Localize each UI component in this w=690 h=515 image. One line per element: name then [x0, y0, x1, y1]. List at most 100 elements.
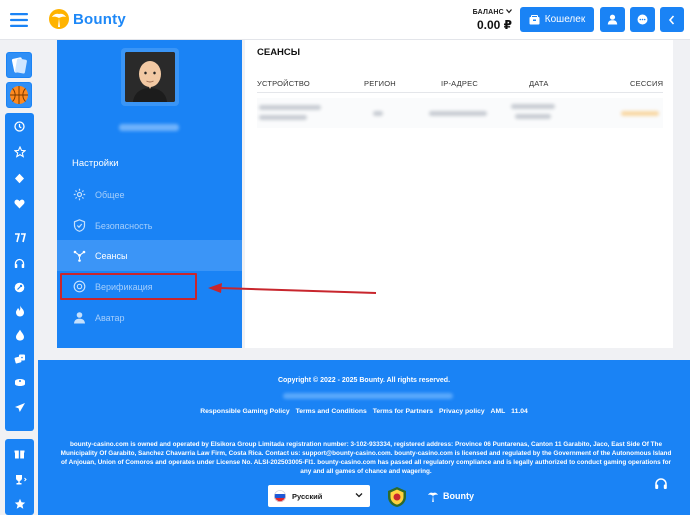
settings-item-label: Сеансы	[95, 250, 128, 261]
balance-label: БАЛАНС	[472, 9, 504, 16]
headphones-icon	[14, 258, 25, 268]
footer-link[interactable]: Terms and Conditions	[296, 408, 367, 415]
casino-category-thumb[interactable]	[6, 52, 32, 78]
device-redacted	[259, 105, 321, 110]
rail-favorites[interactable]	[5, 144, 34, 160]
trophy-icon	[15, 474, 27, 484]
slot-seven-icon	[14, 233, 26, 243]
rail-group-games	[5, 224, 34, 431]
footer-link[interactable]: Privacy policy	[439, 408, 485, 415]
rocket-icon	[14, 282, 25, 292]
rail-tournaments[interactable]	[5, 471, 34, 487]
russia-flag-icon	[274, 490, 286, 502]
chevron-left-icon	[668, 14, 675, 25]
region-redacted	[373, 111, 383, 116]
device-redacted	[259, 115, 307, 120]
drop-icon	[15, 329, 24, 341]
chat-button[interactable]	[630, 7, 655, 32]
cards-icon	[11, 57, 27, 74]
hamburger-icon	[10, 13, 28, 27]
footer-link[interactable]: Terms for Partners	[373, 408, 433, 415]
language-label: Русский	[292, 491, 323, 501]
rail-loyalty[interactable]	[5, 496, 34, 512]
chips-icon	[14, 378, 25, 386]
verification-highlight-box	[60, 273, 197, 300]
footer-redacted	[283, 393, 453, 399]
settings-item-avatar[interactable]: Аватар	[57, 302, 242, 333]
column-date: ДАТА	[529, 79, 549, 88]
shield-icon	[72, 219, 86, 233]
gear-icon	[72, 188, 86, 202]
flame-icon	[15, 305, 24, 317]
sessions-title: СЕАНСЫ	[257, 47, 301, 58]
app-version: 11.04	[511, 408, 528, 415]
session-status-redacted	[621, 111, 659, 116]
rail-table[interactable]	[5, 375, 34, 391]
date-redacted	[515, 114, 551, 119]
avatar-image-icon	[125, 52, 175, 102]
rail-boost[interactable]	[5, 399, 34, 415]
left-rail	[0, 40, 38, 515]
plane-icon	[14, 402, 25, 412]
profile-button[interactable]	[600, 7, 625, 32]
wallet-label: Кошелек	[544, 14, 586, 25]
date-redacted	[511, 104, 555, 109]
settings-heading: Настройки	[72, 158, 119, 169]
ip-redacted	[429, 111, 487, 116]
avatar	[125, 52, 175, 102]
settings-item-security[interactable]: Безопасность	[57, 210, 242, 241]
footer-brand-logo[interactable]: Bounty	[426, 489, 474, 503]
top-header: Bounty БАЛАНС 0.00 ₽ Кошелек	[0, 0, 690, 40]
rail-dice[interactable]	[5, 351, 34, 367]
star-outline-icon	[13, 146, 26, 158]
wallet-icon	[529, 14, 540, 24]
rail-liked[interactable]	[5, 196, 34, 212]
column-session: СЕССИЯ	[630, 79, 664, 88]
footer-links: Responsible Gaming Policy Terms and Cond…	[38, 408, 690, 415]
rail-new[interactable]	[5, 327, 34, 343]
settings-item-label: Общее	[95, 189, 125, 200]
rail-live[interactable]	[5, 255, 34, 271]
brand-logo[interactable]: Bounty	[48, 8, 126, 30]
table-divider	[257, 92, 663, 93]
support-headset-icon[interactable]	[654, 477, 668, 491]
sessions-icon	[72, 249, 86, 263]
column-region: РЕГИОН	[364, 79, 396, 88]
footer-link[interactable]: Responsible Gaming Policy	[200, 408, 290, 415]
settings-item-label: Безопасность	[95, 220, 153, 231]
rail-slots[interactable]	[5, 230, 34, 246]
clock-icon	[14, 120, 25, 132]
wallet-button[interactable]: Кошелек	[520, 7, 594, 32]
sessions-card: СЕАНСЫ УСТРОЙСТВО РЕГИОН IP-АДРЕС ДАТА С…	[245, 40, 673, 348]
footer-link[interactable]: AML	[491, 408, 506, 415]
settings-item-general[interactable]: Общее	[57, 179, 242, 210]
heart-icon	[14, 199, 25, 209]
rail-crash[interactable]	[5, 279, 34, 295]
license-seal-icon[interactable]	[386, 486, 408, 508]
copyright-text: Copyright © 2022 - 2025 Bounty. All righ…	[277, 377, 451, 384]
column-device: УСТРОЙСТВО	[257, 79, 310, 88]
rail-gifts[interactable]	[5, 445, 34, 461]
star-icon	[14, 498, 25, 509]
settings-item-sessions[interactable]: Сеансы	[57, 240, 242, 271]
rail-vip[interactable]	[5, 170, 34, 186]
legal-text: bounty-casino.com is owned and operated …	[60, 441, 672, 475]
diamond-icon	[15, 173, 24, 183]
gift-icon	[14, 450, 25, 458]
language-select[interactable]: Русский	[268, 485, 370, 507]
balance-block[interactable]: БАЛАНС 0.00 ₽	[470, 8, 512, 32]
collapse-button[interactable]	[660, 7, 684, 32]
profile-panel: Настройки Общее Безопасность Сеансы Вери…	[57, 40, 242, 348]
avatar-frame[interactable]	[121, 48, 179, 106]
column-ip: IP-АДРЕС	[441, 79, 478, 88]
basketball-icon	[10, 86, 28, 104]
brand-name: Bounty	[73, 10, 126, 28]
rail-group-bonus	[5, 439, 34, 515]
user-icon	[607, 14, 618, 25]
menu-toggle[interactable]	[0, 0, 38, 40]
rail-hot[interactable]	[5, 303, 34, 319]
rail-history[interactable]	[5, 118, 34, 134]
sport-category-thumb[interactable]	[6, 82, 32, 108]
footer-brand-name: Bounty	[443, 491, 474, 501]
site-footer: Copyright © 2022 - 2025 Bounty. All righ…	[38, 360, 690, 515]
